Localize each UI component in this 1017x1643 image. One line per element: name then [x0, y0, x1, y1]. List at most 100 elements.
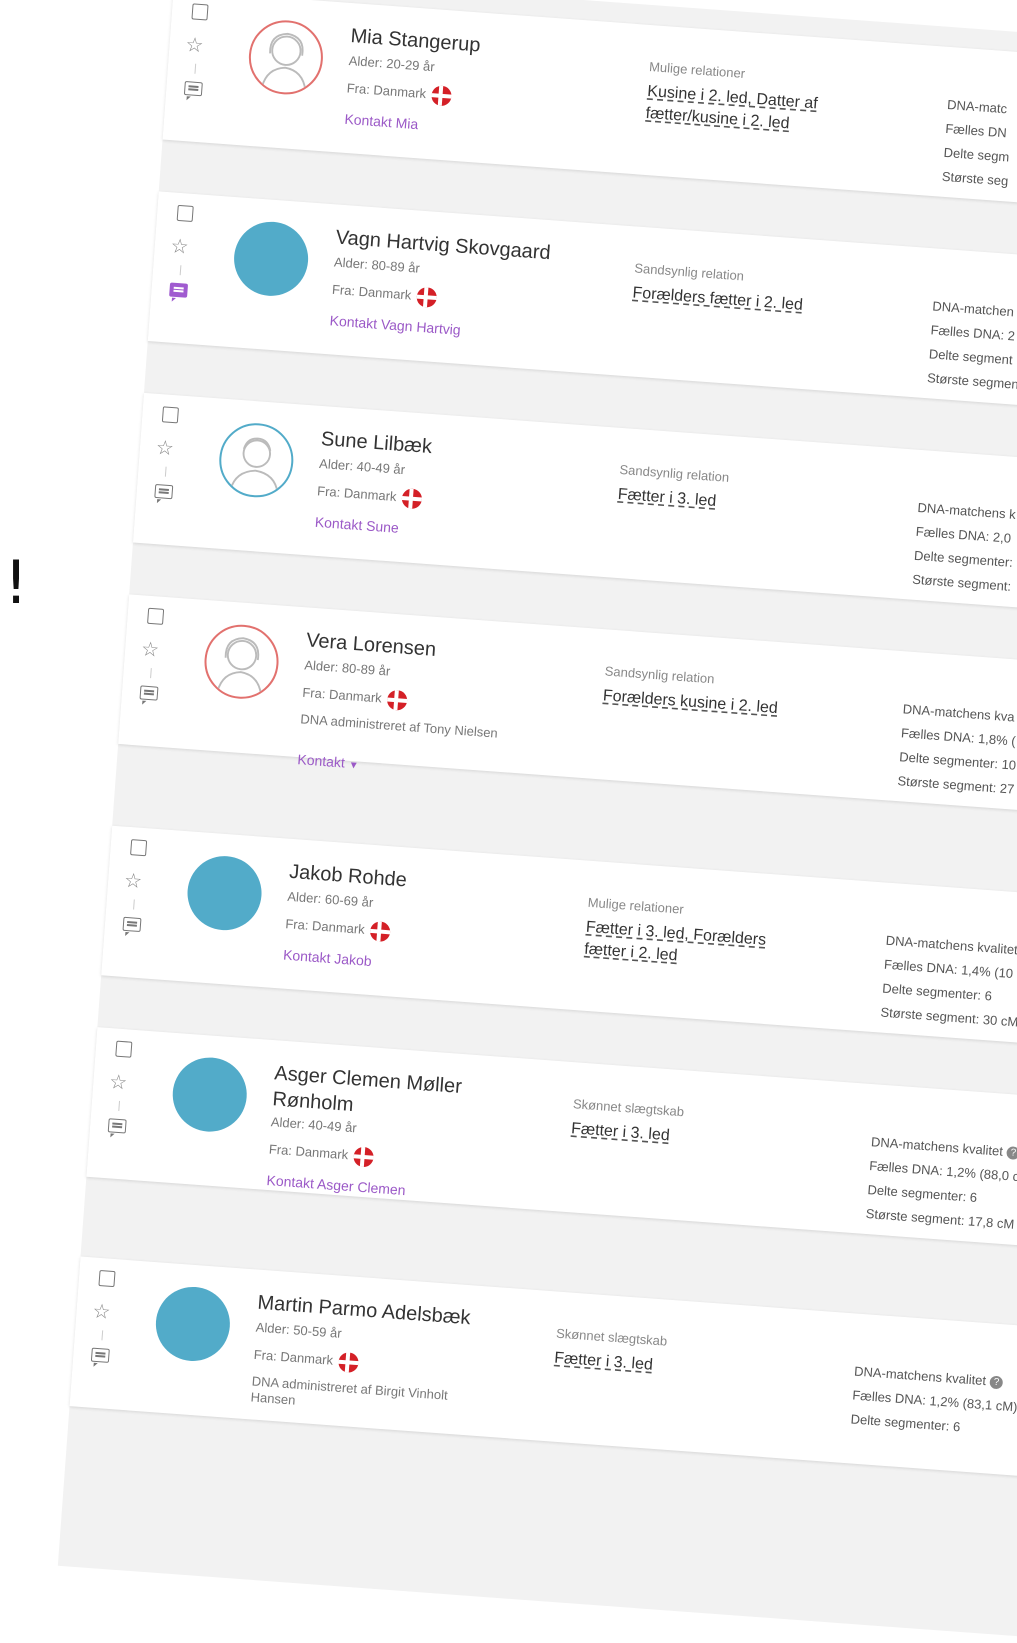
select-checkbox[interactable]	[161, 406, 179, 424]
help-icon[interactable]: ?	[1006, 1146, 1017, 1161]
message-icon[interactable]	[154, 483, 174, 500]
divider	[179, 265, 182, 276]
relation-value[interactable]: Fætter i 3. led	[617, 484, 828, 521]
side-exclamation-mark: !	[4, 548, 29, 618]
avatar[interactable]	[231, 219, 311, 299]
avatar[interactable]	[170, 1054, 250, 1135]
message-icon[interactable]	[90, 1347, 110, 1363]
message-icon[interactable]	[169, 282, 189, 298]
divider	[133, 899, 135, 910]
denmark-flag-icon	[416, 286, 438, 309]
denmark-flag-icon	[338, 1351, 360, 1374]
relation-value[interactable]: Fætter i 3. led	[570, 1118, 781, 1155]
country-label: Fra: Danmark	[301, 684, 383, 706]
relation-value[interactable]: Fætter i 3. led	[554, 1348, 765, 1385]
contact-link[interactable]: Kontakt Sune	[314, 514, 399, 536]
message-icon[interactable]	[139, 685, 159, 701]
dna-quality: DNA-matchens kvalitet Fælles DNA: 1,4% (1…	[880, 929, 1017, 1035]
message-icon[interactable]	[183, 81, 203, 97]
dna-quality: DNA-matchens kva Fælles DNA: 1,8% (Delte …	[897, 697, 1017, 801]
star-icon[interactable]: ☆	[155, 437, 175, 460]
match-country: Fra: Danmark	[268, 1140, 375, 1168]
select-checkbox[interactable]	[191, 3, 209, 21]
contact-link[interactable]: Kontakt Mia	[344, 111, 419, 132]
star-icon[interactable]: ☆	[140, 638, 160, 661]
chevron-down-icon: ▼	[348, 759, 359, 772]
contact-link[interactable]: Kontakt ▼	[297, 751, 359, 771]
star-icon[interactable]: ☆	[185, 34, 205, 57]
message-icon[interactable]	[122, 916, 142, 933]
divider	[194, 63, 197, 74]
match-country: Fra: Danmark	[285, 915, 392, 943]
match-country: Fra: Danmark	[346, 79, 453, 107]
contact-label: Kontakt Vagn Hartvig	[329, 312, 462, 338]
match-country: Fra: Danmark	[253, 1346, 360, 1374]
star-icon[interactable]: ☆	[92, 1301, 112, 1324]
match-age: Alder: 60-69 år	[286, 888, 374, 911]
relation-label: Sandsynlig relation	[604, 663, 715, 687]
relation-value[interactable]: Forælders kusine i 2. led	[602, 685, 813, 722]
denmark-flag-icon	[369, 920, 392, 943]
avatar[interactable]	[153, 1284, 233, 1364]
country-label: Fra: Danmark	[316, 483, 398, 505]
dna-quality: DNA-matchens kvalitet? Fælles DNA: 1,2% (…	[850, 1360, 1017, 1444]
denmark-flag-icon	[386, 689, 409, 711]
contact-label: Kontakt Asger Clemen	[266, 1171, 407, 1199]
message-icon[interactable]	[107, 1118, 127, 1134]
dna-quality: DNA-matchens k Fælles DNA: 2,0 Delte segme…	[911, 496, 1017, 599]
match-age: Alder: 40-49 år	[318, 455, 406, 478]
contact-link[interactable]: Kontakt Asger Clemen	[266, 1172, 406, 1198]
match-card: ☆ Mia Stangerup Alder: 20-29 år Fra: Danmar…	[162, 0, 1017, 218]
select-checkbox[interactable]	[98, 1269, 116, 1288]
relation-value[interactable]: Forælders fætter i 2. led	[632, 282, 843, 319]
avatar[interactable]	[184, 853, 265, 933]
card-actions: ☆	[148, 191, 215, 345]
dna-administrator: DNA administreret af Tony Nielsen	[299, 711, 499, 741]
country-label: Fra: Danmark	[253, 1346, 334, 1368]
dna-largest-segment: Største segmen	[926, 370, 1017, 392]
match-country: Fra: Danmark	[331, 280, 438, 309]
match-list: ☆ Mia Stangerup Alder: 20-29 år Fra: Danmar…	[57, 0, 1017, 1643]
star-icon[interactable]: ☆	[109, 1071, 129, 1094]
relation-label: Mulige relationer	[587, 894, 685, 917]
match-country: Fra: Danmark	[302, 683, 409, 711]
relation-label: Sandsynlig relation	[633, 260, 745, 284]
match-age: Alder: 80-89 år	[333, 254, 421, 276]
contact-link[interactable]: Kontakt Vagn Hartvig	[329, 312, 461, 338]
match-age: Alder: 20-29 år	[348, 52, 436, 75]
match-card: ☆ Asger Clemen Møller Rønholm Alder: 40-49…	[86, 1027, 1017, 1255]
star-icon[interactable]: ☆	[170, 235, 190, 258]
avatar[interactable]	[201, 622, 282, 702]
contact-link[interactable]: Kontakt Jakob	[283, 947, 373, 969]
match-age: Alder: 80-89 år	[303, 657, 391, 679]
denmark-flag-icon	[353, 1146, 375, 1168]
avatar[interactable]	[216, 420, 296, 500]
country-label: Fra: Danmark	[331, 281, 412, 303]
card-actions: ☆	[86, 1027, 153, 1181]
divider	[101, 1330, 104, 1341]
select-checkbox[interactable]	[147, 607, 165, 625]
dna-administrator: DNA administreret af Birgit Vinholt Hans…	[250, 1373, 449, 1408]
avatar[interactable]	[246, 17, 326, 97]
relation-value[interactable]: Kusine i 2. led, Datter af fætter/kusine…	[645, 81, 858, 140]
country-label: Fra: Danmark	[268, 1141, 349, 1163]
relation-value[interactable]: Fætter i 3. led, Forælders fætter i 2. l…	[584, 917, 797, 976]
relation-label: Sandsynlig relation	[619, 461, 730, 485]
select-checkbox[interactable]	[115, 1040, 133, 1058]
denmark-flag-icon	[401, 488, 424, 510]
card-actions: ☆	[163, 0, 230, 144]
match-country: Fra: Danmark	[316, 482, 424, 510]
star-icon[interactable]: ☆	[123, 870, 143, 893]
contact-label: Kontakt Jakob	[282, 946, 373, 970]
select-checkbox[interactable]	[130, 839, 148, 857]
dna-quality: DNA-matc Fælles DN Delte segm Største seg	[941, 93, 1014, 194]
denmark-flag-icon	[431, 85, 453, 107]
help-icon[interactable]: ?	[989, 1375, 1004, 1390]
relation-label: Skønnet slægtskab	[572, 1096, 685, 1120]
divider	[118, 1100, 121, 1111]
select-checkbox[interactable]	[176, 204, 194, 222]
dna-quality: DNA-matchens kvalitet? Fælles DNA: 1,2% (…	[865, 1130, 1017, 1237]
relation-label: Skønnet slægtskab	[555, 1325, 668, 1349]
contact-label: Kontakt Mia	[343, 110, 419, 133]
contact-label: Kontakt	[296, 751, 346, 771]
